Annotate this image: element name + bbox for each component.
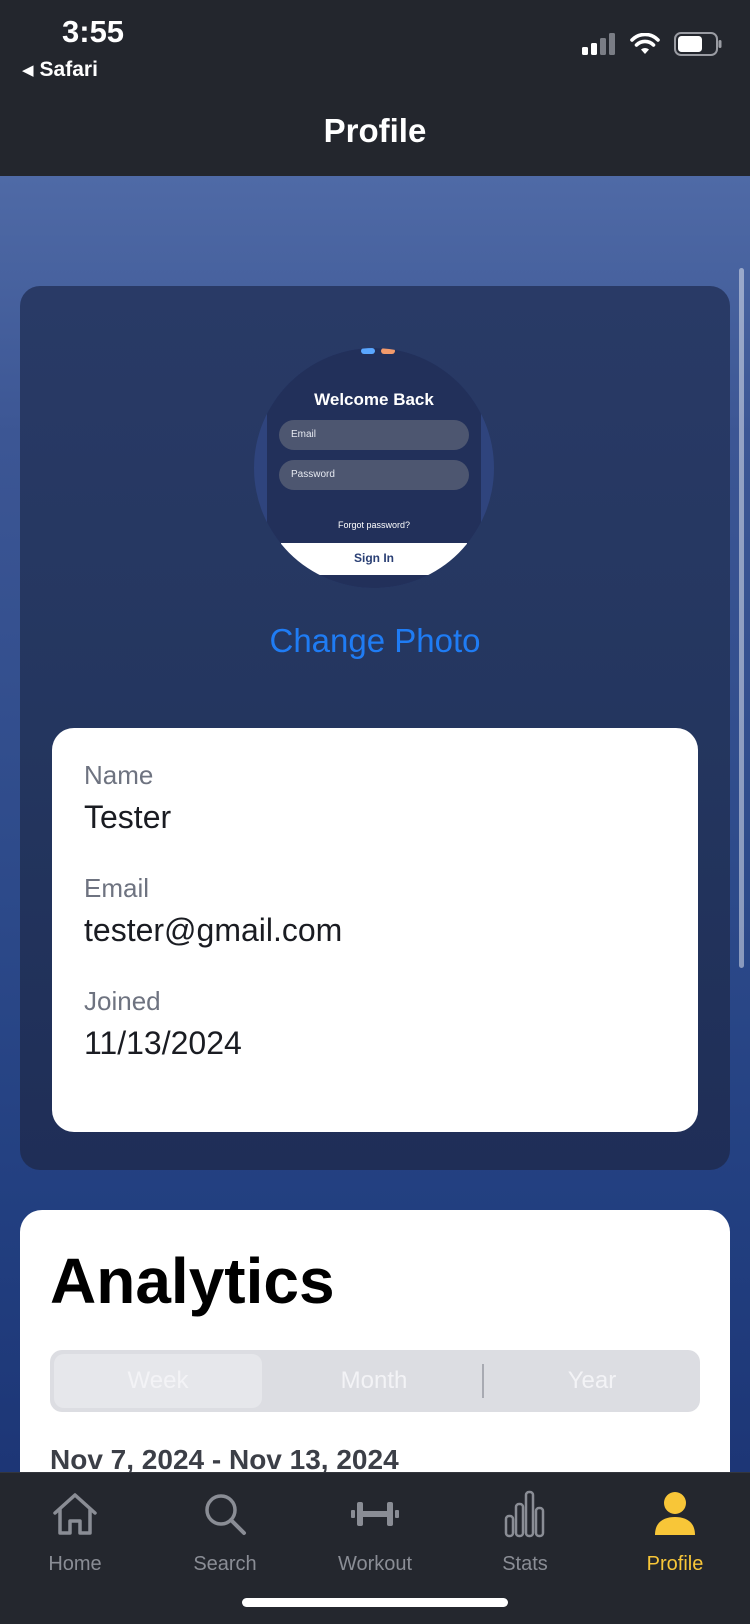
tab-home-label: Home bbox=[48, 1553, 102, 1575]
profile-card: Welcome Back Email Password Forgot passw… bbox=[20, 286, 730, 1170]
photo-forgot-text: Forgot password? bbox=[337, 520, 411, 530]
app-logo-icon bbox=[361, 348, 395, 354]
wifi-icon bbox=[630, 33, 660, 54]
joined-label: Joined bbox=[84, 986, 161, 1016]
status-icons bbox=[582, 32, 722, 56]
back-app-label: Safari bbox=[39, 58, 98, 81]
bar-chart-icon bbox=[504, 1487, 546, 1541]
house-icon bbox=[50, 1487, 100, 1541]
tab-profile-label: Profile bbox=[646, 1553, 704, 1575]
email-label: Email bbox=[84, 873, 150, 903]
back-arrow-icon: ◀ bbox=[22, 62, 34, 79]
analytics-card: Analytics Week Month Year Nov 7, 2024 - … bbox=[20, 1210, 730, 1472]
tab-home[interactable]: Home bbox=[0, 1473, 150, 1624]
tab-stats-label: Stats bbox=[502, 1553, 548, 1575]
scrollbar[interactable] bbox=[739, 268, 744, 968]
email-value: tester@gmail.com bbox=[84, 912, 343, 948]
segment-divider bbox=[482, 1364, 484, 1398]
profile-scroll-view[interactable]: Welcome Back Email Password Forgot passw… bbox=[0, 176, 750, 1472]
tab-workout-label: Workout bbox=[337, 1553, 413, 1575]
tab-profile[interactable]: Profile bbox=[600, 1473, 750, 1624]
status-time: 3:55 bbox=[62, 14, 125, 49]
profile-photo[interactable]: Welcome Back Email Password Forgot passw… bbox=[254, 348, 494, 588]
segment-year[interactable]: Year bbox=[488, 1354, 696, 1408]
top-bar: 3:55 ◀ Safari Profile bbox=[0, 0, 750, 176]
info-row-name: Name Tester bbox=[84, 760, 666, 873]
back-to-app-link[interactable]: ◀ Safari bbox=[22, 58, 98, 82]
dumbbell-icon bbox=[351, 1487, 399, 1541]
photo-email-field: Email bbox=[279, 420, 469, 450]
cellular-signal-icon bbox=[582, 33, 615, 55]
analytics-title: Analytics bbox=[50, 1245, 335, 1317]
home-indicator bbox=[242, 1598, 508, 1607]
info-row-joined: Joined 11/13/2024 bbox=[84, 986, 666, 1099]
photo-sign-in-text: Sign In bbox=[281, 543, 467, 575]
info-row-email: Email tester@gmail.com bbox=[84, 873, 666, 986]
period-segmented-control[interactable]: Week Month Year bbox=[50, 1350, 700, 1412]
photo-password-field: Password bbox=[279, 460, 469, 490]
name-label: Name bbox=[84, 760, 154, 790]
profile-info-box: Name Tester Email tester@gmail.com Joine… bbox=[52, 728, 698, 1132]
photo-welcome-text: Welcome Back bbox=[314, 390, 434, 409]
person-icon bbox=[653, 1487, 697, 1541]
segment-week[interactable]: Week bbox=[54, 1354, 262, 1408]
change-photo-button[interactable]: Change Photo bbox=[20, 622, 730, 660]
tab-search-label: Search bbox=[193, 1553, 257, 1575]
page-title: Profile bbox=[323, 112, 427, 149]
segment-month[interactable]: Month bbox=[270, 1354, 478, 1408]
battery-icon bbox=[674, 32, 722, 56]
date-range-label: Nov 7, 2024 - Nov 13, 2024 bbox=[50, 1444, 399, 1472]
name-value: Tester bbox=[84, 799, 172, 835]
magnifier-icon bbox=[202, 1487, 248, 1541]
profile-photo-image: Welcome Back Email Password Forgot passw… bbox=[267, 348, 481, 588]
joined-value: 11/13/2024 bbox=[84, 1025, 242, 1061]
